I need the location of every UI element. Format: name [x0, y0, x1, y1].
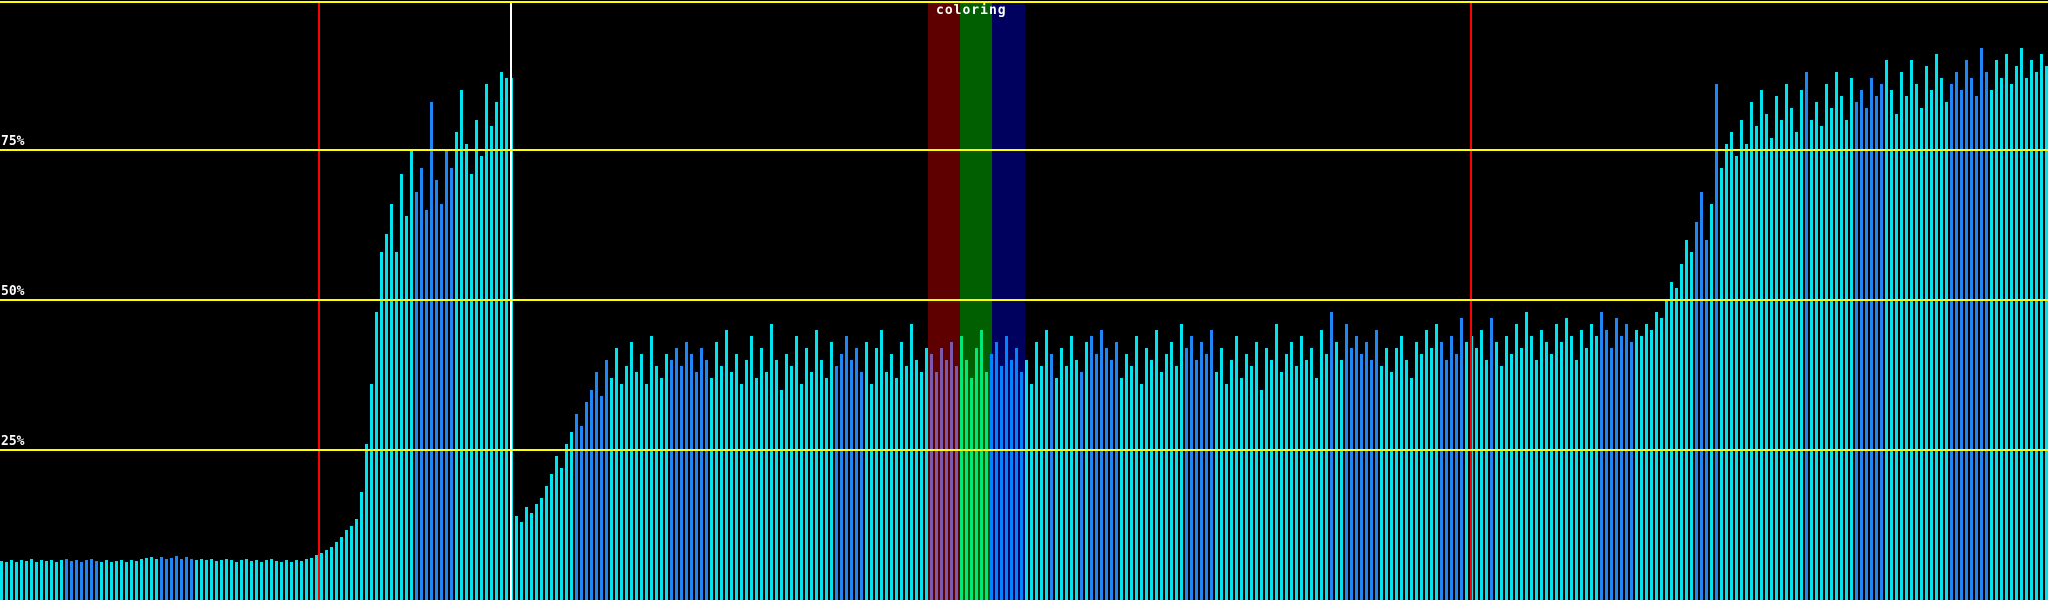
usage-histogram-chart: coloring 75% 50% 25% [0, 0, 2048, 600]
y-tick-label-50: 50% [1, 284, 25, 299]
y-tick-label-75: 75% [1, 134, 25, 149]
y-tick-label-25: 25% [1, 434, 25, 449]
labels-layer: coloring 75% 50% 25% [0, 0, 2048, 600]
coloring-annotation: coloring [936, 3, 1007, 18]
